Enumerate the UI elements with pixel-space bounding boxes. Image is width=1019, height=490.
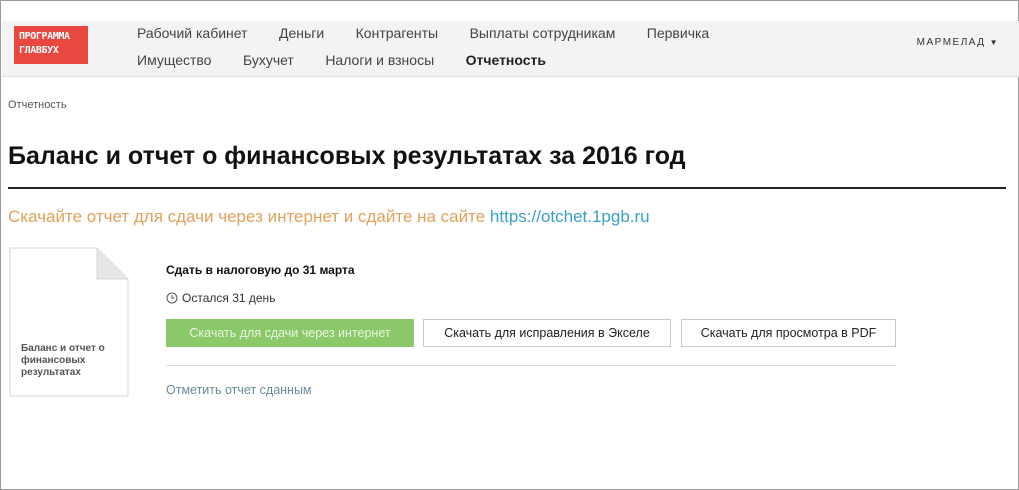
logo[interactable]: ПРОГРАММА ГЛАВБУХ — [14, 26, 88, 64]
app-window: ПРОГРАММА ГЛАВБУХ Рабочий кабинет Деньги… — [0, 0, 1019, 490]
title-divider — [8, 187, 1006, 189]
nav-link-primary-docs[interactable]: Первичка — [647, 25, 709, 41]
download-excel-button[interactable]: Скачать для исправления в Экселе — [423, 319, 671, 347]
breadcrumb[interactable]: Отчетность — [8, 99, 67, 111]
document-label: Баланс и отчет о финансовых результатах — [21, 343, 105, 378]
nav-link-money[interactable]: Деньги — [279, 25, 324, 41]
download-internet-button[interactable]: Скачать для сдачи через интернет — [166, 319, 414, 347]
nav-link-employee-payments[interactable]: Выплаты сотрудникам — [470, 25, 616, 41]
mark-report-submitted-link[interactable]: Отметить отчет сданным — [166, 383, 312, 397]
page-title: Баланс и отчет о финансовых результатах … — [8, 142, 686, 170]
download-pdf-button[interactable]: Скачать для просмотра в PDF — [681, 319, 896, 347]
page-subtitle: Скачайте отчет для сдачи через интернет … — [8, 207, 650, 227]
top-header: ПРОГРАММА ГЛАВБУХ Рабочий кабинет Деньги… — [2, 21, 1019, 77]
nav-link-property[interactable]: Имущество — [137, 52, 211, 68]
report-document-card: Баланс и отчет о финансовых результатах — [9, 247, 129, 397]
report-deadline: Сдать в налоговую до 31 марта — [166, 263, 355, 277]
remaining-text: Остался 31 день — [182, 291, 276, 305]
nav-row-1: Рабочий кабинет Деньги Контрагенты Выпла… — [137, 25, 736, 43]
nav-link-accounting[interactable]: Бухучет — [243, 52, 294, 68]
report-remaining: Остался 31 день — [166, 291, 275, 305]
section-divider — [166, 365, 896, 366]
user-name: МАРМЕЛАД — [916, 37, 986, 48]
chevron-down-icon: ▼ — [989, 38, 999, 47]
logo-line-1: ПРОГРАММА — [19, 31, 70, 42]
nav-link-counterparties[interactable]: Контрагенты — [356, 25, 438, 41]
nav-link-taxes[interactable]: Налоги и взносы — [325, 52, 434, 68]
subtitle-text: Скачайте отчет для сдачи через интернет … — [8, 207, 486, 226]
subtitle-link[interactable]: https://otchet.1pgb.ru — [490, 207, 650, 226]
user-menu[interactable]: МАРМЕЛАД ▼ — [917, 37, 999, 48]
nav-row-2: Имущество Бухучет Налоги и взносы Отчетн… — [137, 52, 573, 70]
nav-link-workspace[interactable]: Рабочий кабинет — [137, 25, 248, 41]
clock-icon — [166, 292, 178, 304]
logo-line-2: ГЛАВБУХ — [19, 45, 59, 56]
nav-link-reports[interactable]: Отчетность — [466, 52, 546, 68]
